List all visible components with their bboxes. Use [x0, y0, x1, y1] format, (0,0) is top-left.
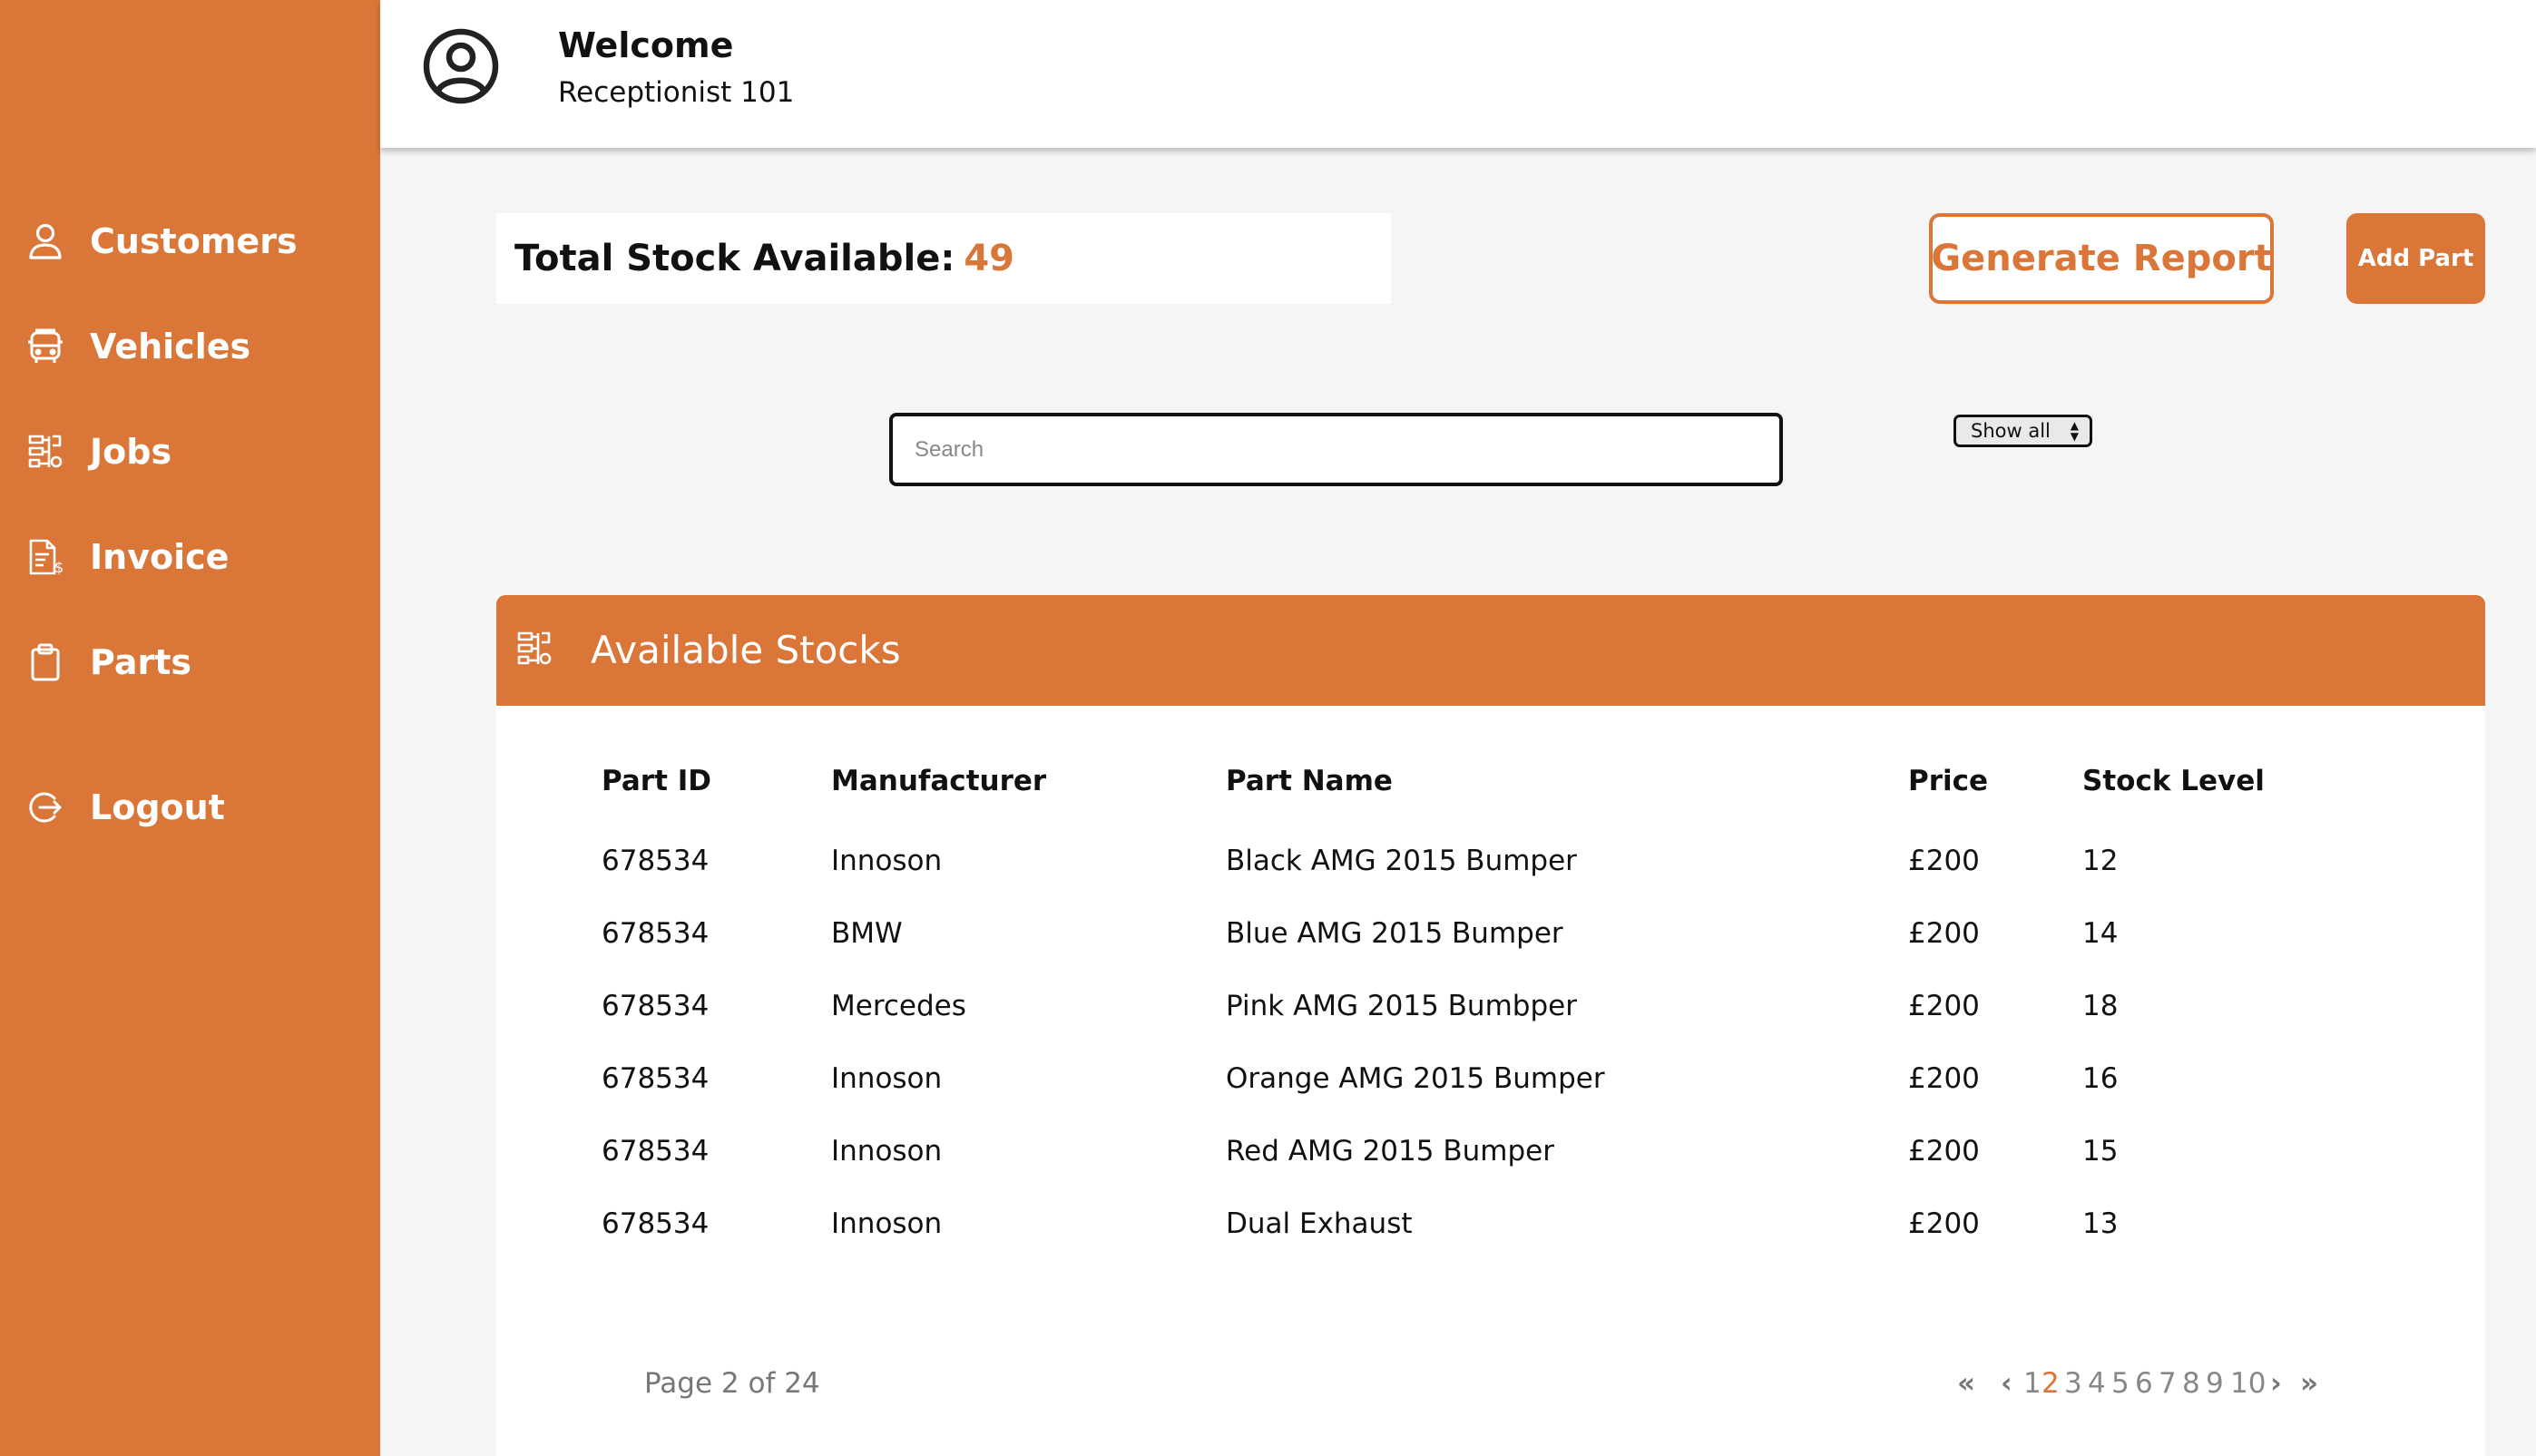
page-link-8[interactable]: 8 — [2182, 1367, 2200, 1400]
cell-part-id: 678534 — [602, 1135, 710, 1168]
page-info: Page 2 of 24 — [644, 1367, 820, 1400]
search-input[interactable] — [889, 413, 1783, 486]
user-avatar-icon[interactable] — [420, 25, 502, 107]
user-role: Receptionist 101 — [558, 76, 795, 109]
cell-price: £200 — [1908, 1062, 1980, 1095]
parts-icon — [516, 630, 556, 669]
cell-part-id: 678534 — [602, 917, 710, 950]
car-icon — [25, 327, 65, 366]
sidebar-item-parts[interactable]: Parts — [25, 635, 191, 689]
cell-part-name: Dual Exhaust — [1226, 1207, 1413, 1240]
cell-manufacturer: Mercedes — [831, 990, 966, 1022]
cell-part-id: 678534 — [602, 990, 710, 1022]
page-link-7[interactable]: 7 — [2159, 1367, 2177, 1400]
column-header-stock-level: Stock Level — [2082, 765, 2265, 797]
page-link-4[interactable]: 4 — [2088, 1367, 2106, 1400]
card-title: Available Stocks — [591, 628, 901, 672]
prev-page-button[interactable]: ‹ — [2001, 1367, 2012, 1400]
sidebar: Customers Vehicles Jobs $ Invoice Parts … — [0, 0, 380, 1456]
sidebar-item-label: Vehicles — [90, 327, 251, 366]
cell-part-name: Pink AMG 2015 Bumbper — [1226, 990, 1577, 1022]
cell-manufacturer: BMW — [831, 917, 903, 950]
page-link-2-current[interactable]: 2 — [2042, 1367, 2060, 1400]
cell-price: £200 — [1908, 845, 1980, 877]
page-link-1[interactable]: 1 — [2023, 1367, 2042, 1400]
column-header-part-id: Part ID — [602, 765, 711, 797]
cell-stock-level: 14 — [2082, 917, 2119, 950]
welcome-heading: Welcome — [558, 25, 734, 65]
page-link-5[interactable]: 5 — [2111, 1367, 2130, 1400]
sidebar-item-jobs[interactable]: Jobs — [25, 425, 171, 479]
clipboard-icon — [25, 642, 65, 682]
cell-part-name: Black AMG 2015 Bumper — [1226, 845, 1577, 877]
sidebar-item-label: Invoice — [90, 537, 230, 577]
cell-part-id: 678534 — [602, 1062, 710, 1095]
available-stocks-card: Available Stocks Part ID Manufacturer Pa… — [496, 595, 2485, 1456]
page-link-6[interactable]: 6 — [2135, 1367, 2153, 1400]
parts-icon — [25, 432, 65, 472]
total-stock-box: Total Stock Available: 49 — [496, 213, 1391, 304]
total-stock-label: Total Stock Available: — [514, 238, 955, 279]
sidebar-item-invoice[interactable]: $ Invoice — [25, 530, 229, 584]
cell-manufacturer: Innoson — [831, 1062, 943, 1095]
sidebar-item-vehicles[interactable]: Vehicles — [25, 319, 250, 374]
filter-select-value: Show all — [1971, 420, 2051, 442]
sidebar-item-customers[interactable]: Customers — [25, 214, 298, 269]
column-header-manufacturer: Manufacturer — [831, 765, 1047, 797]
cell-stock-level: 18 — [2082, 990, 2119, 1022]
sidebar-item-label: Logout — [90, 787, 225, 827]
column-header-price: Price — [1908, 765, 1989, 797]
cell-stock-level: 15 — [2082, 1135, 2119, 1168]
cell-price: £200 — [1908, 1135, 1980, 1168]
cell-manufacturer: Innoson — [831, 845, 943, 877]
user-icon — [25, 221, 65, 261]
cell-price: £200 — [1908, 917, 1980, 950]
cell-part-name: Orange AMG 2015 Bumper — [1226, 1062, 1605, 1095]
cell-stock-level: 12 — [2082, 845, 2119, 877]
cell-price: £200 — [1908, 990, 1980, 1022]
total-stock-value: 49 — [964, 238, 1015, 279]
cell-part-name: Blue AMG 2015 Bumper — [1226, 917, 1563, 950]
add-part-button[interactable]: Add Part — [2346, 213, 2485, 304]
logout-button[interactable]: Logout — [25, 780, 225, 835]
invoice-icon: $ — [25, 537, 65, 577]
generate-report-button[interactable]: Generate Report — [1929, 213, 2274, 304]
cell-manufacturer: Innoson — [831, 1207, 943, 1240]
cell-part-id: 678534 — [602, 1207, 710, 1240]
cell-stock-level: 13 — [2082, 1207, 2119, 1240]
next-page-button[interactable]: › — [2270, 1367, 2282, 1400]
top-header: Welcome Receptionist 101 — [380, 0, 2536, 148]
column-header-part-name: Part Name — [1226, 765, 1393, 797]
sidebar-item-label: Customers — [90, 221, 298, 261]
page-link-9[interactable]: 9 — [2206, 1367, 2224, 1400]
logout-icon — [25, 787, 65, 827]
cell-stock-level: 16 — [2082, 1062, 2119, 1095]
cell-price: £200 — [1908, 1207, 1980, 1240]
filter-select[interactable]: Show all ▲ ▼ — [1953, 415, 2092, 447]
updown-arrow-icon: ▲ ▼ — [2070, 419, 2079, 443]
svg-text:$: $ — [54, 559, 64, 576]
cell-manufacturer: Innoson — [831, 1135, 943, 1168]
card-header: Available Stocks — [496, 595, 2485, 706]
page-link-3[interactable]: 3 — [2064, 1367, 2082, 1400]
last-page-button[interactable]: » — [2300, 1367, 2318, 1400]
page-link-10[interactable]: 10 — [2230, 1367, 2266, 1400]
cell-part-name: Red AMG 2015 Bumper — [1226, 1135, 1554, 1168]
cell-part-id: 678534 — [602, 845, 710, 877]
first-page-button[interactable]: « — [1957, 1367, 1975, 1400]
sidebar-item-label: Jobs — [90, 432, 172, 472]
sidebar-item-label: Parts — [90, 642, 191, 682]
